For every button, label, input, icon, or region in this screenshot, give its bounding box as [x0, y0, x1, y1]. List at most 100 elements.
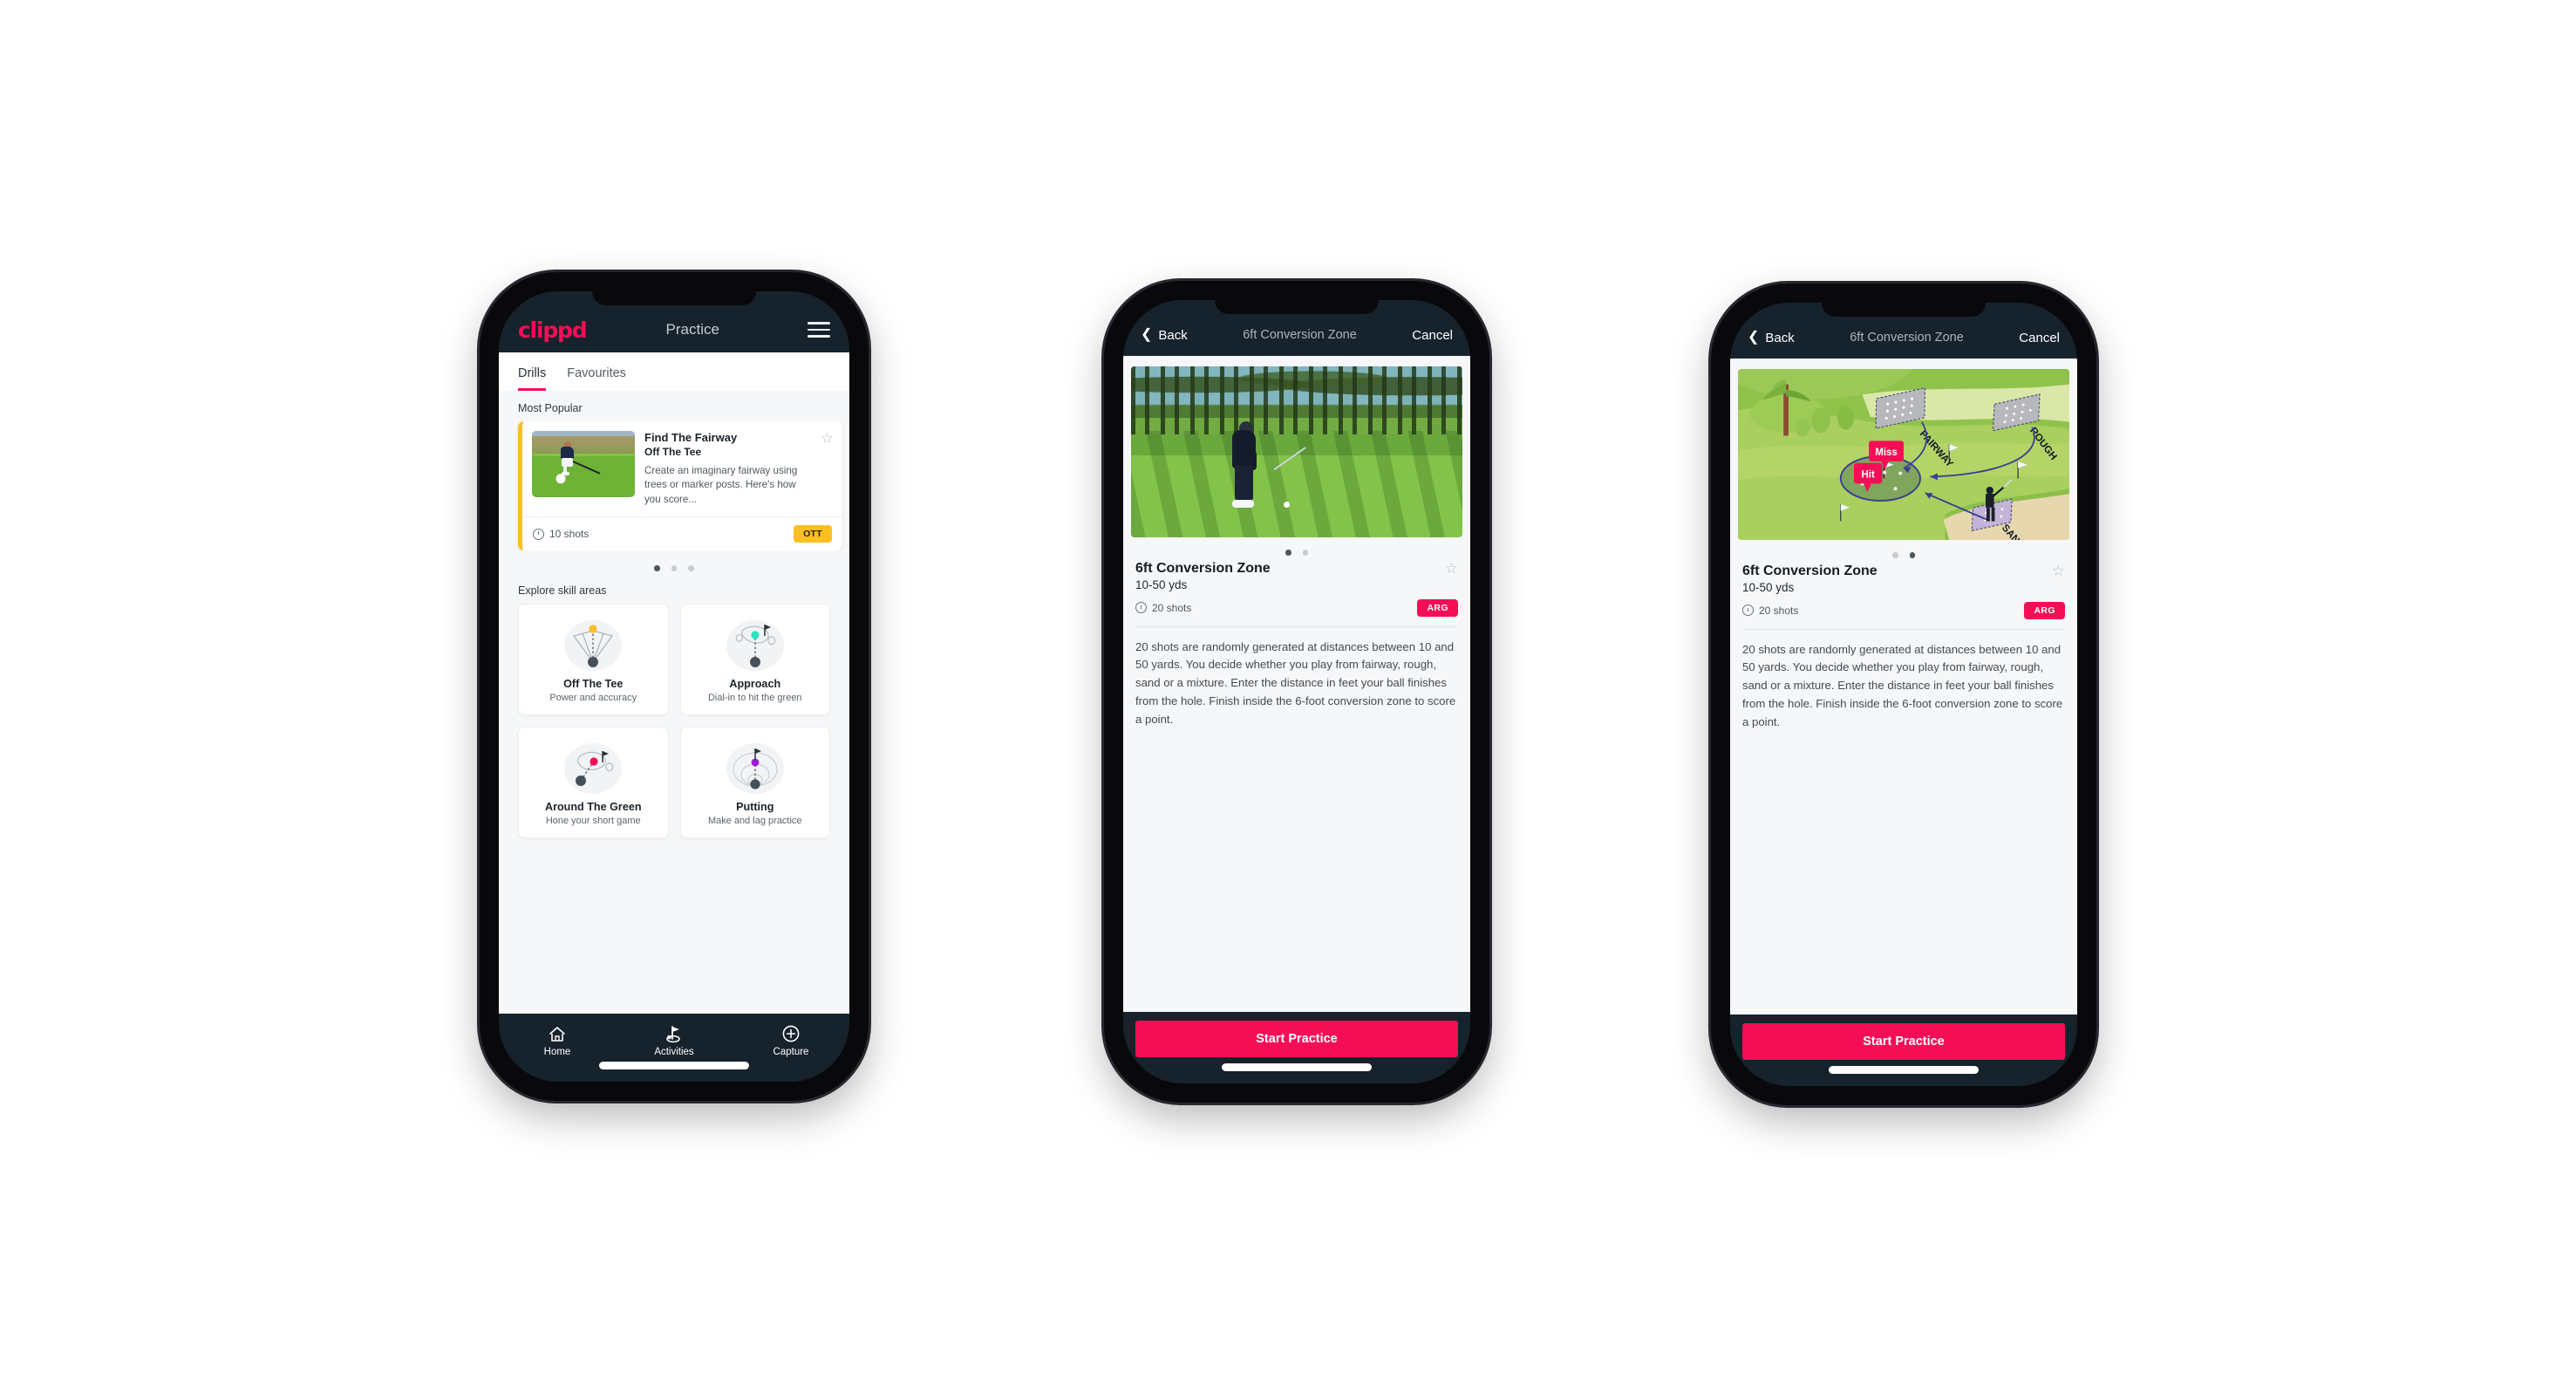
svg-text:Hit: Hit [1862, 469, 1875, 480]
svg-text:Miss: Miss [1875, 448, 1897, 458]
media-dots[interactable] [1123, 537, 1470, 557]
skill-areas-grid: Off The Tee Power and accuracy Approach … [499, 603, 849, 852]
golf-flag-icon [616, 1023, 733, 1044]
detail-body: 6ft Conversion Zone 10-50 yds ☆ 20 shots… [1123, 356, 1470, 1012]
phone-notch [1822, 303, 1986, 317]
drill-media-photo[interactable] [1131, 366, 1462, 537]
start-practice-button[interactable]: Start Practice [1135, 1021, 1458, 1057]
drill-media-illustration[interactable]: FAIRWAY ROUGH SAND Miss Hit [1738, 369, 2069, 540]
cancel-button[interactable]: Cancel [2019, 331, 2060, 345]
section-most-popular-label: Most Popular [518, 402, 583, 414]
status-badge-arg: ARG [2024, 601, 2065, 619]
home-indicator [599, 1062, 749, 1069]
home-indicator [1829, 1066, 1979, 1074]
tab-favourites[interactable]: Favourites [567, 366, 626, 391]
skill-card-around-the-green[interactable]: Around The Green Hone your short game [518, 726, 669, 838]
carousel-track: Find The Fairway Off The Tee Create an i… [518, 421, 842, 551]
hamburger-menu-icon[interactable] [808, 322, 830, 338]
back-label: Back [1765, 330, 1795, 345]
chevron-left-icon: ❮ [1748, 330, 1760, 345]
drill-shots-label: 10 shots [549, 528, 589, 541]
media-dot[interactable] [1302, 550, 1308, 556]
star-outline-icon[interactable]: ☆ [2049, 564, 2065, 578]
tee-fan-icon [526, 617, 661, 674]
skill-card-off-the-tee[interactable]: Off The Tee Power and accuracy [518, 603, 669, 715]
drill-description: 20 shots are randomly generated at dista… [1135, 639, 1456, 726]
skill-card-putting[interactable]: Putting Make and lag practice [679, 726, 830, 838]
nav-label: Activities [654, 1047, 694, 1057]
start-practice-button[interactable]: Start Practice [1742, 1023, 2065, 1060]
phone-notch [592, 291, 756, 305]
putting-rings-icon [688, 740, 823, 797]
drill-title: 6ft Conversion Zone [1135, 560, 1271, 576]
phone3-screen: ❮ Back 6ft Conversion Zone Cancel FAIRWA… [1730, 303, 2077, 1086]
drill-title-row: 6ft Conversion Zone 10-50 yds ☆ [1135, 561, 1458, 591]
skill-title: Approach [729, 677, 781, 690]
drill-info: 6ft Conversion Zone 10-50 yds ☆ 20 shots… [1123, 557, 1470, 617]
skill-card-approach[interactable]: Approach Dial-in to hit the green [679, 603, 830, 715]
star-outline-icon[interactable]: ☆ [818, 431, 834, 507]
media-dot[interactable] [1285, 550, 1291, 556]
back-button[interactable]: ❮ Back [1141, 328, 1188, 343]
skill-subtitle: Dial-in to hit the green [707, 692, 802, 703]
drill-title: Find The Fairway [644, 431, 738, 444]
status-badge-arg: ARG [1417, 598, 1458, 617]
back-button[interactable]: ❮ Back [1748, 331, 1795, 345]
skill-title: Off The Tee [563, 677, 624, 690]
skill-subtitle: Hone your short game [545, 815, 641, 826]
carousel-dot[interactable] [688, 565, 694, 571]
drill-shots: 10 shots [533, 528, 589, 540]
most-popular-carousel[interactable]: Find The Fairway Off The Tee Create an i… [499, 421, 849, 551]
screenshot-stage: clippd Practice Drills Favourites Most P… [0, 0, 2576, 1387]
status-badge-ott: OTT [794, 525, 832, 543]
skill-title: Putting [736, 800, 774, 813]
cta-container: Start Practice [1730, 1015, 2077, 1086]
phone2-screen: ❮ Back 6ft Conversion Zone Cancel 6ft Co… [1123, 300, 1470, 1083]
drill-card-footer: 10 shots OTT [522, 516, 842, 550]
cancel-button[interactable]: Cancel [1412, 328, 1453, 343]
drill-category: Off The Tee [644, 446, 702, 458]
page-title: Practice [665, 321, 719, 338]
phone-mockup-drill-detail-diagram: ❮ Back 6ft Conversion Zone Cancel FAIRWA… [1711, 284, 2096, 1105]
drill-meta-row: 20 shots ARG [1742, 601, 2065, 619]
tab-drills[interactable]: Drills [518, 366, 547, 391]
phone-notch [1215, 300, 1379, 314]
skill-title: Around The Green [544, 800, 642, 813]
bottom-navigation: Home Activities Capture [499, 1014, 849, 1082]
media-dots[interactable] [1730, 540, 2077, 560]
around-green-icon [526, 740, 661, 797]
media-dot[interactable] [1892, 552, 1898, 558]
phone-mockup-drill-detail-photo: ❮ Back 6ft Conversion Zone Cancel 6ft Co… [1104, 281, 1489, 1103]
phone1-screen: clippd Practice Drills Favourites Most P… [499, 291, 849, 1082]
drill-card-top: Find The Fairway Off The Tee Create an i… [522, 421, 842, 516]
media-dot[interactable] [1909, 552, 1915, 558]
golf-course-diagram: FAIRWAY ROUGH SAND Miss Hit [1738, 369, 2069, 540]
nav-item-capture[interactable]: Capture [733, 1023, 849, 1057]
star-outline-icon[interactable]: ☆ [1442, 561, 1458, 576]
drill-meta-row: 20 shots ARG [1135, 598, 1458, 617]
home-indicator [1222, 1063, 1372, 1071]
clock-icon [533, 528, 544, 540]
detail-title: 6ft Conversion Zone [1243, 328, 1357, 342]
drill-shots: 20 shots [1135, 602, 1191, 614]
drill-distance: 10-50 yds [1742, 580, 1795, 594]
nav-label: Home [543, 1047, 571, 1057]
carousel-dot[interactable] [654, 565, 660, 571]
drill-thumbnail [532, 431, 635, 497]
drill-title-row: 6ft Conversion Zone 10-50 yds ☆ [1742, 564, 2065, 594]
nav-item-activities[interactable]: Activities [616, 1023, 733, 1057]
detail-body: FAIRWAY ROUGH SAND Miss Hit 6ft Conversi… [1730, 359, 2077, 1015]
drill-meta: Find The Fairway Off The Tee Create an i… [644, 431, 808, 507]
nav-item-home[interactable]: Home [499, 1023, 616, 1057]
drill-card[interactable]: Find The Fairway Off The Tee Create an i… [518, 421, 842, 551]
carousel-dot[interactable] [671, 565, 678, 571]
drill-shots-label: 20 shots [1759, 604, 1799, 617]
practice-body: Drills Favourites Most Popular Find The … [499, 352, 849, 1014]
carousel-dots[interactable] [499, 550, 849, 584]
clippd-logo: clippd [518, 317, 588, 343]
approach-green-icon [688, 617, 823, 674]
section-explore-label: Explore skill areas [518, 584, 607, 597]
golfer-chipping-photo [1131, 366, 1462, 537]
nav-label: Capture [773, 1047, 809, 1057]
skill-subtitle: Power and accuracy [549, 692, 637, 703]
